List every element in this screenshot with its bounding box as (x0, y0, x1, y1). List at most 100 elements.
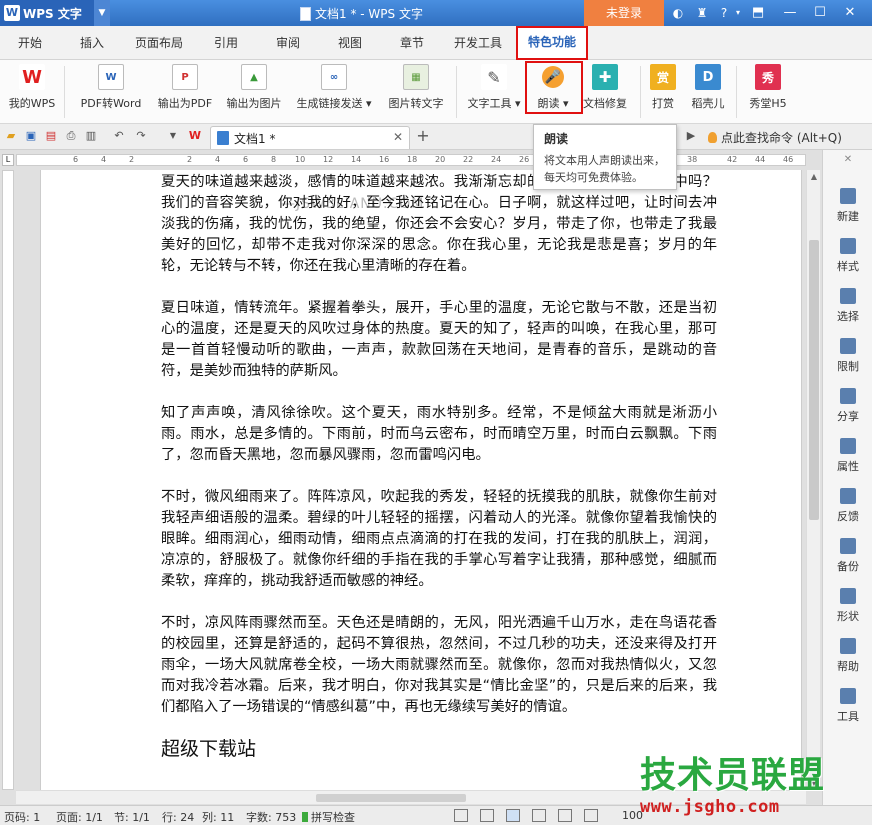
daoke-icon: D (695, 64, 721, 90)
paragraph[interactable]: 不时，凉风阵雨骤然而至。天色还是晴朗的，无风，阳光洒遍千山万水，走在鸟语花香的校… (161, 613, 717, 718)
export-pdf-button[interactable]: P 输出为PDF (154, 62, 216, 111)
document-tab[interactable]: 文档1 * ✕ (210, 126, 410, 149)
paragraph[interactable]: 夏日味道，情转流年。紧握着拳头，展开，手心里的温度，无论它散与不散，还是当初心的… (161, 298, 717, 382)
vertical-scrollbar[interactable]: ▲ ▼ (806, 170, 820, 790)
undo-icon[interactable]: ↶ (112, 129, 126, 143)
paragraph[interactable]: 知了声声唤，清风徐徐吹。这个夏天，雨水特别多。经常，不是倾盆大雨就是淅沥小雨。雨… (161, 403, 717, 466)
minimize-button[interactable]: — (776, 0, 804, 26)
xiutang-icon: 秀 (755, 64, 781, 90)
pdf-to-word-button[interactable]: W PDF转Word (76, 62, 146, 111)
doc-repair-button[interactable]: ✚ 文档修复 (580, 62, 630, 111)
document-page[interactable]: —JSW3LIANU.COM 夏天的味道越来越淡，感情的味道越来越浓。我渐渐忘却… (40, 170, 802, 790)
side-shape-button[interactable]: 形状 (823, 588, 872, 624)
chevron-down-icon[interactable]: ▼ (94, 0, 110, 26)
app-menu-button[interactable]: W WPS 文字 ▼ (0, 0, 110, 26)
ruler-number: 18 (407, 155, 418, 164)
ruler-number: 20 (435, 155, 446, 164)
lightbulb-icon (708, 132, 717, 143)
my-wps-button[interactable]: W 我的WPS (6, 62, 58, 111)
paragraph[interactable]: 不时，微风细雨来了。阵阵凉风，吹起我的秀发，轻轻的抚摸我的肌肤，就像你生前对我轻… (161, 487, 717, 592)
status-word-count[interactable]: 字数: 753 (246, 809, 296, 825)
read-aloud-tooltip: 朗读 将文本用人声朗读出来，每天均可免费体验。 (533, 124, 677, 190)
tab-special-features[interactable]: 特色功能 (516, 26, 588, 60)
tab-home[interactable]: 开始 (18, 34, 42, 51)
open-folder-icon[interactable]: ▰ (4, 129, 18, 143)
ruler-number: 12 (323, 155, 334, 164)
pdf-to-word-label: PDF转Word (80, 97, 142, 110)
save-icon[interactable]: ▣ (24, 129, 38, 143)
side-share-button[interactable]: 分享 (823, 388, 872, 424)
horizontal-scrollbar-thumb[interactable] (316, 794, 466, 802)
tab-review[interactable]: 审阅 (276, 34, 300, 51)
scrollbar-thumb[interactable] (809, 240, 819, 520)
side-backup-button[interactable]: 备份 (823, 538, 872, 574)
tab-developer[interactable]: 开发工具 (454, 34, 502, 51)
toolbar-icon[interactable]: ▶ (684, 129, 698, 143)
side-style-button[interactable]: 样式 (823, 238, 872, 274)
side-new-button[interactable]: 新建 (823, 188, 872, 224)
status-section: 节: 1/1 (114, 811, 150, 824)
collapse-pane-icon[interactable]: ✕ (823, 154, 872, 165)
customize-dropdown-icon[interactable]: ▼ (166, 129, 180, 143)
export-image-button[interactable]: ▲ 输出为图片 (222, 62, 286, 111)
find-command-search[interactable]: 点此查找命令 (Alt+Q) (708, 129, 842, 146)
print-preview-icon[interactable]: ▥ (84, 129, 98, 143)
export-pdf-icon[interactable]: ▤ (44, 129, 58, 143)
read-aloud-highlight (525, 61, 583, 114)
generate-link-button[interactable]: ∞ 生成链接发送 ▾ (292, 62, 376, 111)
side-restrict-button[interactable]: 限制 (823, 338, 872, 374)
my-wps-label: 我的WPS (8, 97, 56, 110)
side-help-button[interactable]: 帮助 (823, 638, 872, 674)
eye-protection-icon[interactable] (584, 809, 598, 822)
shirt-icon[interactable]: ♜ (694, 5, 710, 21)
tab-view[interactable]: 视图 (338, 34, 362, 51)
scroll-up-icon[interactable]: ▲ (807, 170, 821, 184)
image-to-text-button[interactable]: ▦ 图片转文字 (384, 62, 448, 111)
vertical-ruler[interactable] (2, 170, 14, 790)
print-icon[interactable]: ⎙ (64, 129, 78, 143)
restore-ribbon-button[interactable]: ⬒ (744, 0, 772, 26)
side-select-button[interactable]: 选择 (823, 288, 872, 324)
close-tab-icon[interactable]: ✕ (393, 130, 403, 144)
ruler-tab-selector[interactable]: L (2, 154, 14, 166)
login-button[interactable]: 未登录 (584, 0, 664, 26)
properties-icon (840, 438, 856, 454)
history-icon[interactable] (454, 809, 468, 822)
side-feedback-button[interactable]: 反馈 (823, 488, 872, 524)
reward-button[interactable]: 赏 打赏 (646, 62, 680, 111)
document-heading[interactable]: 超级下载站 (161, 739, 717, 760)
help-circle-icon (840, 638, 856, 654)
wps-tab-icon[interactable]: W (188, 129, 202, 143)
ruler-number: 2 (129, 155, 135, 164)
horizontal-ruler[interactable]: 6 4 2 2 4 6 8 10 12 14 16 18 20 22 24 26… (16, 154, 806, 166)
wps-w-icon: W (19, 64, 45, 90)
tab-chapter[interactable]: 章节 (400, 34, 424, 51)
document-body[interactable]: 夏天的味道越来越淡，感情的味道越来越浓。我渐渐忘却的朋友，你们还在我心中吗？我们… (161, 170, 717, 760)
xiutang-button[interactable]: 秀 秀堂H5 (744, 62, 792, 111)
ruler-number: 2 (187, 155, 193, 164)
outline-view-icon[interactable] (480, 809, 494, 822)
reward-label: 打赏 (652, 97, 674, 110)
redo-icon[interactable]: ↷ (134, 129, 148, 143)
tooltip-title: 朗读 (544, 132, 569, 146)
side-properties-button[interactable]: 属性 (823, 438, 872, 474)
text-tools-button[interactable]: ✎ 文字工具 ▾ (464, 62, 524, 111)
daoke-button[interactable]: D 稻壳儿 (686, 62, 730, 111)
reading-view-icon[interactable] (558, 809, 572, 822)
new-tab-icon[interactable]: + (416, 128, 430, 144)
ruler-number: 38 (687, 155, 698, 164)
tab-page-layout[interactable]: 页面布局 (135, 34, 183, 51)
maximize-button[interactable]: ☐ (806, 0, 834, 26)
web-view-icon[interactable] (532, 809, 546, 822)
side-help-label: 帮助 (837, 660, 859, 673)
skin-icon[interactable]: ◐ (670, 5, 686, 21)
close-button[interactable]: ✕ (836, 0, 864, 26)
document-workspace: L 6 4 2 2 4 6 8 10 12 14 16 18 20 22 24 … (0, 150, 822, 805)
tab-references[interactable]: 引用 (214, 34, 238, 51)
page-view-icon[interactable] (506, 809, 520, 822)
status-spell-check[interactable]: 拼写检查 (302, 809, 355, 825)
status-page[interactable]: 页面: 1/1 (56, 809, 103, 825)
tab-insert[interactable]: 插入 (80, 34, 104, 51)
side-shape-label: 形状 (837, 610, 859, 623)
side-tools-button[interactable]: 工具 (823, 688, 872, 724)
